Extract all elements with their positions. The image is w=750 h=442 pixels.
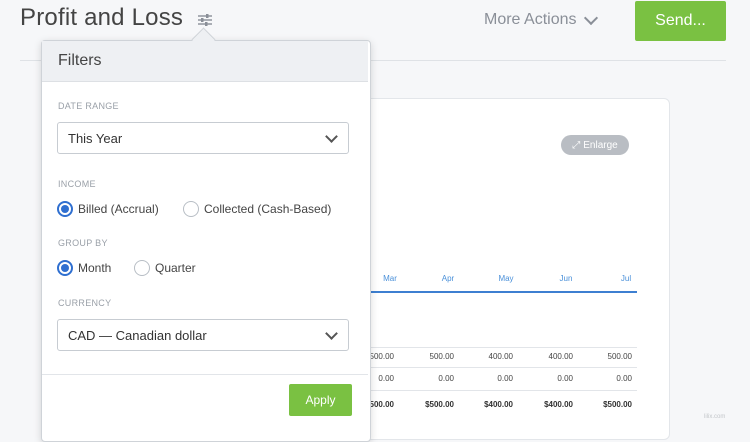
date-range-label: DATE RANGE [58, 101, 119, 111]
income-option-accrual[interactable]: Billed (Accrual) [57, 201, 159, 217]
table-cell: $400.00 [484, 400, 513, 409]
row-divider [360, 347, 637, 348]
table-cell: 400.00 [548, 352, 573, 361]
income-option-cash[interactable]: Collected (Cash-Based) [183, 201, 331, 217]
filters-footer-divider [42, 374, 368, 375]
enlarge-label: Enlarge [583, 139, 618, 151]
radio-unselected[interactable] [134, 260, 150, 276]
enlarge-button[interactable]: ⤢ Enlarge [561, 135, 629, 155]
month-header-row: Mar Apr May Jun Jul [370, 274, 636, 288]
table-cell: $500.00 [603, 400, 632, 409]
table-cell: 500.00 [607, 352, 632, 361]
filters-title: Filters [58, 52, 102, 69]
date-range-select[interactable]: This Year [57, 122, 349, 154]
group-by-option-label: Quarter [155, 261, 196, 275]
more-actions-label: More Actions [484, 11, 577, 28]
table-cell: 0.00 [438, 374, 454, 383]
radio-selected[interactable] [57, 201, 73, 217]
month-label: May [498, 274, 514, 283]
group-by-option-quarter[interactable]: Quarter [134, 260, 196, 276]
table-cell: 500.00 [369, 352, 394, 361]
send-button[interactable]: Send... [635, 1, 726, 41]
watermark: lilix.com [704, 414, 726, 420]
apply-button[interactable]: Apply [289, 384, 352, 416]
month-label: Apr [441, 274, 455, 283]
chevron-down-icon [584, 10, 599, 25]
chevron-down-icon [325, 130, 338, 143]
row-divider [360, 367, 637, 368]
income-option-label: Billed (Accrual) [78, 202, 159, 216]
income-label: INCOME [58, 179, 96, 189]
more-actions-menu[interactable]: More Actions [484, 10, 599, 29]
month-label: Jun [559, 274, 573, 283]
radio-selected[interactable] [57, 260, 73, 276]
group-by-option-month[interactable]: Month [57, 260, 111, 276]
expand-icon: ⤢ [572, 139, 581, 151]
chevron-down-icon [325, 327, 338, 340]
table-cell: 400.00 [488, 352, 513, 361]
date-range-value: This Year [68, 130, 123, 146]
month-label: Jul [620, 274, 632, 283]
table-cell: $500.00 [425, 400, 454, 409]
currency-value: CAD — Canadian dollar [68, 327, 207, 343]
table-cell: 0.00 [557, 374, 573, 383]
page-title: Profit and Loss [20, 4, 184, 31]
table-cell: $400.00 [544, 400, 573, 409]
group-by-label: GROUP BY [58, 238, 108, 248]
income-option-label: Collected (Cash-Based) [204, 202, 332, 216]
month-label: Mar [383, 274, 397, 283]
table-cell: 500.00 [429, 352, 454, 361]
row-divider [360, 390, 637, 391]
group-by-option-label: Month [78, 261, 112, 275]
currency-select[interactable]: CAD — Canadian dollar [57, 319, 349, 351]
radio-unselected[interactable] [183, 201, 199, 217]
table-cell: 0.00 [616, 374, 632, 383]
filter-sliders-icon[interactable] [197, 13, 213, 27]
currency-label: CURRENCY [58, 298, 112, 308]
table-cell: 0.00 [378, 374, 394, 383]
chart-baseline [360, 291, 637, 293]
table-cell: 0.00 [497, 374, 513, 383]
